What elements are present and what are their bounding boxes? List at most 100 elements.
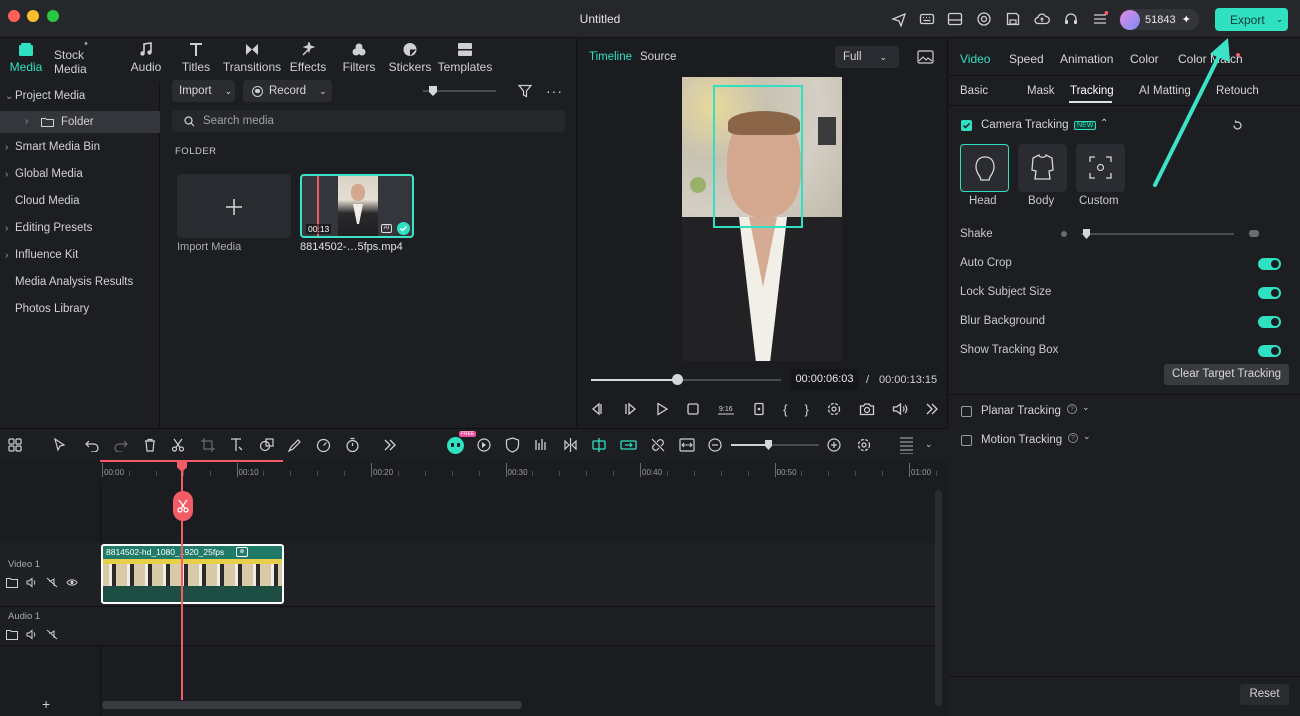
- text-tool-icon[interactable]: [229, 437, 245, 453]
- sidebar-item-project-media[interactable]: ⌄ Project Media: [0, 83, 160, 110]
- play-around-icon[interactable]: [622, 402, 638, 416]
- help-icon[interactable]: ?: [1067, 404, 1077, 414]
- select-pointer-icon[interactable]: [53, 438, 67, 452]
- sidebar-item-influence-kit[interactable]: › Influence Kit: [0, 242, 160, 269]
- cloud-upload-icon[interactable]: [1034, 11, 1050, 27]
- speed-icon[interactable]: [316, 438, 331, 453]
- chevron-right-icon[interactable]: ›: [5, 242, 8, 269]
- add-track-icon[interactable]: +: [42, 696, 50, 712]
- clear-target-tracking-button[interactable]: Clear Target Tracking: [1164, 364, 1289, 385]
- tab-media[interactable]: Media: [6, 42, 46, 76]
- sidebar-item-folder[interactable]: › Folder: [0, 111, 160, 133]
- tab-animation[interactable]: Animation: [1060, 52, 1113, 66]
- sidebar-item-media-analysis-results[interactable]: Media Analysis Results: [0, 269, 160, 296]
- play-icon[interactable]: [655, 402, 669, 416]
- mute-link-icon[interactable]: [46, 577, 58, 588]
- subtab-tracking[interactable]: Tracking: [1070, 85, 1114, 97]
- chevron-down-icon[interactable]: ⌄: [319, 86, 327, 97]
- media-clip-thumbnail[interactable]: 00:13 AI: [300, 174, 414, 238]
- chevron-right-icon[interactable]: ›: [5, 161, 8, 188]
- video-clip[interactable]: 8814502-hd_1080_1920_25fps ⊕: [101, 544, 284, 604]
- previous-frame-icon[interactable]: [589, 402, 605, 416]
- auto-sync-icon[interactable]: [476, 437, 492, 453]
- quality-dropdown[interactable]: Full ⌄: [835, 46, 899, 68]
- horizontal-scrollbar[interactable]: [102, 701, 522, 709]
- eye-icon[interactable]: [66, 577, 78, 588]
- crop-icon[interactable]: [201, 438, 215, 452]
- chevron-right-icon[interactable]: ›: [5, 215, 8, 242]
- filter-icon[interactable]: [518, 84, 532, 98]
- shape-icon[interactable]: [259, 438, 274, 453]
- support-icon[interactable]: [976, 11, 992, 27]
- lock-subject-size-toggle[interactable]: [1258, 287, 1281, 299]
- magnetic-snap-icon[interactable]: [591, 437, 607, 453]
- chevron-down-icon[interactable]: ⌄: [225, 86, 233, 97]
- chevron-right-icon[interactable]: ›: [25, 111, 28, 133]
- expand-icon[interactable]: [925, 402, 939, 416]
- sidebar-item-editing-presets[interactable]: › Editing Presets: [0, 215, 160, 242]
- video-preview[interactable]: [682, 77, 842, 361]
- reset-button[interactable]: Reset: [1240, 684, 1289, 705]
- link-icon[interactable]: [650, 437, 666, 453]
- planar-tracking-checkbox[interactable]: [961, 406, 972, 417]
- ripple-edit-icon[interactable]: [620, 437, 637, 453]
- subtab-mask[interactable]: Mask: [1027, 85, 1054, 97]
- auto-crop-toggle[interactable]: [1258, 258, 1281, 270]
- folder-lock-icon[interactable]: [6, 577, 18, 588]
- split-button[interactable]: [173, 491, 193, 521]
- mute-link-icon[interactable]: [46, 629, 58, 640]
- chevron-right-icon[interactable]: ›: [5, 134, 8, 161]
- blur-background-toggle[interactable]: [1258, 316, 1281, 328]
- mark-in-icon[interactable]: {: [783, 402, 787, 417]
- sidebar-item-photos-library[interactable]: Photos Library: [0, 296, 160, 323]
- mode-head-button[interactable]: [960, 144, 1009, 192]
- sidebar-item-global-media[interactable]: › Global Media: [0, 161, 160, 188]
- layout-icon[interactable]: [947, 11, 963, 27]
- search-input[interactable]: Search media: [172, 110, 565, 132]
- mode-custom-button[interactable]: [1076, 144, 1125, 192]
- chevron-down-icon[interactable]: ⌄: [1082, 402, 1090, 413]
- track-height-icon[interactable]: [900, 437, 913, 454]
- shield-icon[interactable]: [505, 437, 520, 453]
- vertical-scrollbar[interactable]: [935, 490, 942, 706]
- tab-source[interactable]: Source: [640, 51, 676, 63]
- audio-beat-icon[interactable]: [534, 437, 549, 453]
- help-icon[interactable]: ?: [1068, 433, 1078, 443]
- sidebar-item-smart-media-bin[interactable]: › Smart Media Bin: [0, 134, 160, 161]
- tab-timeline[interactable]: Timeline: [589, 51, 632, 63]
- menu-icon[interactable]: [1092, 11, 1108, 27]
- import-media-tile[interactable]: [177, 174, 291, 238]
- subtab-basic[interactable]: Basic: [960, 85, 988, 97]
- timer-icon[interactable]: [345, 437, 360, 453]
- camera-tracking-checkbox[interactable]: [961, 120, 972, 131]
- split-scissors-icon[interactable]: [171, 438, 185, 452]
- mode-body-button[interactable]: [1018, 144, 1067, 192]
- zoom-out-icon[interactable]: [708, 438, 722, 452]
- tab-speed[interactable]: Speed: [1009, 52, 1044, 66]
- current-time[interactable]: 00:00:06:03: [791, 369, 858, 390]
- layout-grid-icon[interactable]: [8, 438, 22, 452]
- motion-tracking-checkbox[interactable]: [961, 435, 972, 446]
- tab-filters[interactable]: Filters: [342, 42, 376, 76]
- shake-slider-handle[interactable]: [1083, 229, 1090, 239]
- redo-icon[interactable]: [114, 438, 128, 452]
- tab-effects[interactable]: Effects: [290, 42, 326, 76]
- shake-slider-track[interactable]: [1081, 233, 1234, 235]
- delete-icon[interactable]: [143, 438, 157, 452]
- marker-icon[interactable]: [752, 402, 766, 416]
- more-tools-icon[interactable]: [383, 438, 397, 452]
- undo-icon[interactable]: [85, 438, 99, 452]
- save-icon[interactable]: [1005, 11, 1021, 27]
- zoom-in-icon[interactable]: [827, 438, 841, 452]
- aspect-ratio-icon[interactable]: 9:16: [717, 402, 735, 416]
- stop-icon[interactable]: [686, 402, 700, 416]
- chevron-down-icon[interactable]: ⌄: [1083, 431, 1091, 442]
- sidebar-item-cloud-media[interactable]: Cloud Media: [0, 188, 160, 215]
- keyboard-icon[interactable]: [919, 11, 935, 27]
- render-settings-icon[interactable]: [826, 401, 842, 417]
- camera-icon[interactable]: [859, 402, 875, 416]
- headset-icon[interactable]: [1063, 11, 1079, 27]
- export-button[interactable]: Export ⌄: [1215, 8, 1288, 31]
- import-button[interactable]: Import ⌄: [172, 80, 235, 102]
- fit-timeline-icon[interactable]: [679, 437, 695, 453]
